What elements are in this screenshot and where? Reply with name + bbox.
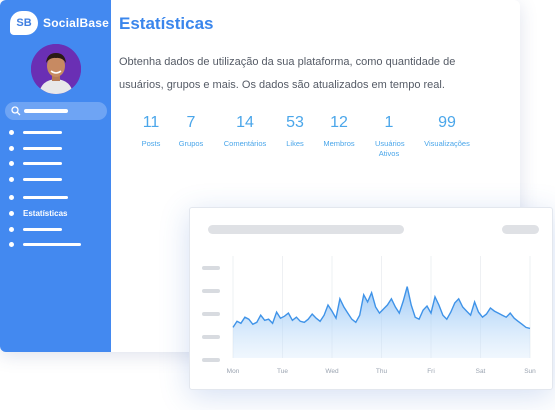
chart-card: Mon Tue Wed Thu Fri Sat Sun xyxy=(189,207,553,390)
stat-label: Usuários Ativos xyxy=(375,139,405,158)
y-tick-placeholder xyxy=(202,358,220,362)
stat-label: Grupos xyxy=(178,139,204,148)
sidebar-item-7[interactable] xyxy=(9,223,62,235)
bullet-icon xyxy=(9,194,14,200)
brand-name: SocialBase xyxy=(43,16,110,30)
logo-badge: SB xyxy=(10,11,38,35)
stat-value: 7 xyxy=(186,114,196,131)
user-avatar-icon xyxy=(31,44,81,94)
x-tick-label: Wed xyxy=(325,368,339,375)
stat-label: Visualizações xyxy=(424,139,470,148)
search-input[interactable] xyxy=(5,102,107,120)
brand-logo[interactable]: SB SocialBase xyxy=(10,11,109,35)
y-tick-placeholder xyxy=(202,289,220,293)
sidebar-item-label xyxy=(23,177,62,181)
page-title: Estatísticas xyxy=(119,14,214,33)
y-tick-placeholder xyxy=(202,312,220,316)
stat-value: 99 xyxy=(438,114,456,131)
x-tick-label: Mon xyxy=(227,368,240,375)
stat-value: 1 xyxy=(384,114,394,131)
stat-visualizacoes: 99 Visualizações xyxy=(417,114,477,149)
bullet-icon xyxy=(9,226,14,232)
bullet-icon xyxy=(9,145,14,151)
bullet-icon xyxy=(9,160,14,166)
search-placeholder-bar xyxy=(24,109,68,113)
sidebar-item-2[interactable] xyxy=(9,142,62,154)
bullet-icon xyxy=(9,129,14,135)
x-tick-label: Fri xyxy=(427,368,435,375)
stat-grupos: 7 Grupos xyxy=(161,114,221,149)
sidebar-item-8[interactable] xyxy=(9,238,81,250)
x-tick-label: Sun xyxy=(524,368,536,375)
sidebar-item-estatisticas[interactable]: Estatísticas xyxy=(9,207,67,219)
search-icon xyxy=(11,106,21,116)
x-tick-label: Tue xyxy=(277,368,288,375)
bullet-icon xyxy=(9,210,14,216)
sidebar-item-label xyxy=(23,161,62,165)
sidebar-item-3[interactable] xyxy=(9,157,62,169)
y-tick-placeholder xyxy=(202,335,220,339)
sidebar-item-label: Estatísticas xyxy=(23,208,68,218)
sidebar-item-label xyxy=(23,130,62,134)
avatar[interactable] xyxy=(31,44,81,94)
sidebar-item-label xyxy=(23,146,62,150)
x-tick-label: Thu xyxy=(376,368,388,375)
y-tick-placeholder xyxy=(202,266,220,270)
bullet-icon xyxy=(9,176,14,182)
stat-usuarios-ativos: 1 Usuários Ativos xyxy=(359,114,419,159)
sidebar-item-label xyxy=(23,242,81,246)
bullet-icon xyxy=(9,241,14,247)
x-tick-label: Sat xyxy=(476,368,486,375)
page-description: Obtenha dados de utilização da sua plata… xyxy=(119,56,456,91)
sidebar-item-label xyxy=(23,195,68,199)
area-chart: Mon Tue Wed Thu Fri Sat Sun xyxy=(202,256,536,375)
sidebar: SB SocialBase Estatísticas xyxy=(0,0,111,352)
sidebar-item-5[interactable] xyxy=(9,191,68,203)
sidebar-item-label xyxy=(23,227,62,231)
sidebar-item-4[interactable] xyxy=(9,173,62,185)
sidebar-item-1[interactable] xyxy=(9,126,62,138)
